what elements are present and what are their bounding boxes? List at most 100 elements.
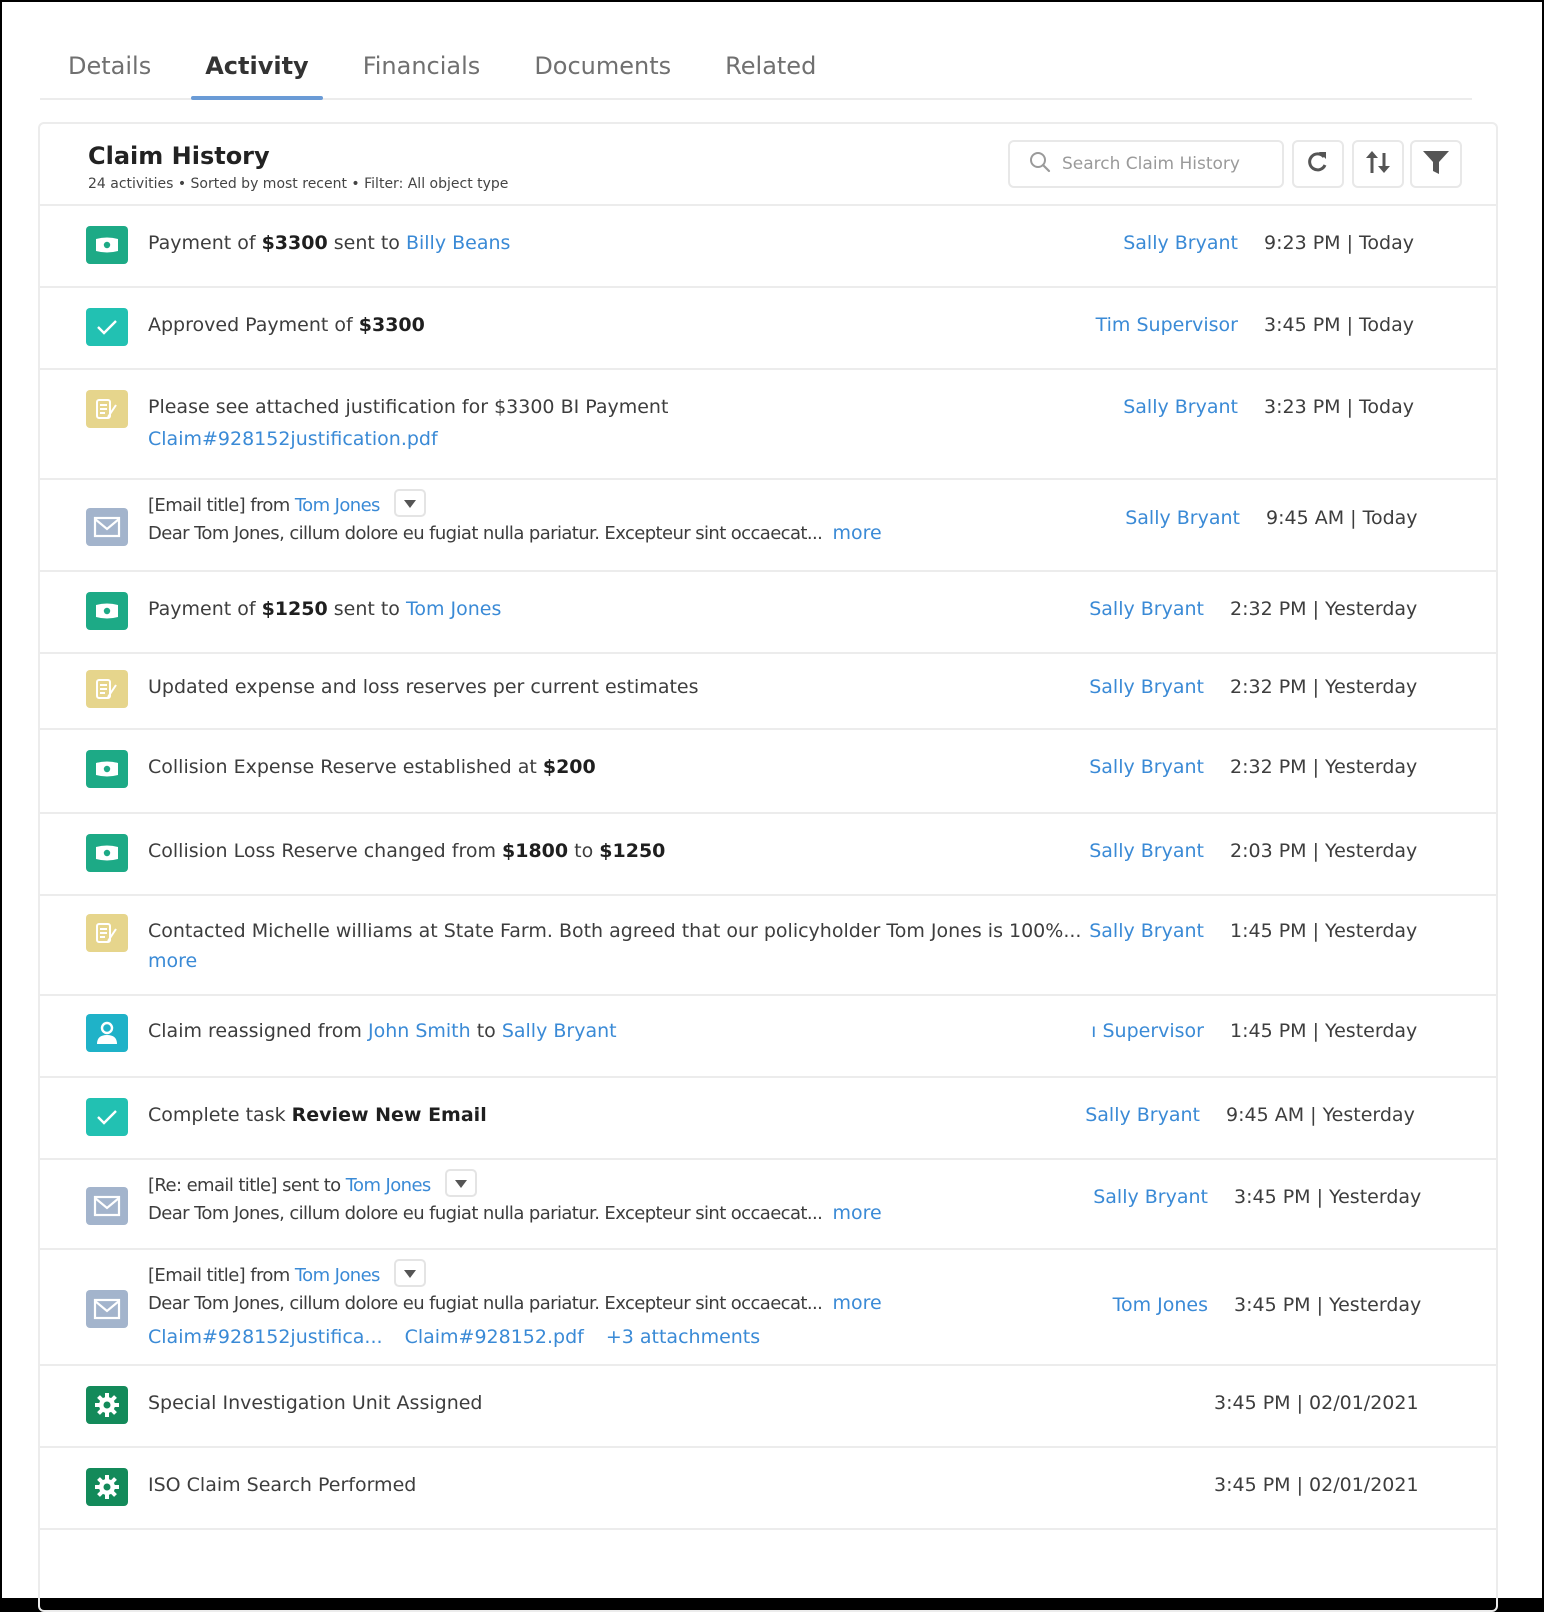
gear-icon: [86, 1468, 128, 1506]
activity-row: Special Investigation Unit Assigned 3:45 …: [40, 1366, 1496, 1448]
user-link[interactable]: Sally Bryant: [1089, 920, 1204, 942]
attachment-link[interactable]: Claim#928152justifica...: [148, 1326, 383, 1348]
note-icon: [86, 390, 128, 428]
activity-text-mid: to: [568, 840, 600, 862]
user-link[interactable]: Sally Bryant: [1085, 1104, 1200, 1126]
contact-link[interactable]: Tom Jones: [406, 598, 501, 620]
activity-text: Collision Loss Reserve changed from $180…: [148, 840, 665, 862]
search-input[interactable]: [1062, 154, 1262, 174]
activity-text-prefix: Payment of: [148, 598, 262, 620]
timestamp: 9:45 AM | Today: [1266, 507, 1418, 529]
activity-text-prefix: Approved Payment of: [148, 314, 359, 336]
note-icon: [86, 670, 128, 708]
email-actions-dropdown[interactable]: [393, 1259, 426, 1287]
activity-text-prefix: Payment of: [148, 232, 262, 254]
timestamp: 3:45 PM | 02/01/2021: [1214, 1392, 1419, 1414]
user-link[interactable]: Sally Bryant: [1123, 396, 1238, 418]
activity-text: Payment of $1250 sent to Tom Jones: [148, 598, 501, 620]
mail-icon: [86, 1290, 128, 1328]
refresh-icon: [1305, 149, 1331, 179]
card-header: Claim History 24 activities • Sorted by …: [40, 124, 1496, 206]
activity-text: Claim reassigned from John Smith to Sall…: [148, 1020, 617, 1042]
activity-text-prefix: [Re: email title] sent to: [148, 1175, 346, 1196]
refresh-button[interactable]: [1292, 140, 1344, 188]
activity-row: Claim reassigned from John Smith to Sall…: [40, 996, 1496, 1078]
attachment-link[interactable]: Claim#928152.pdf: [405, 1326, 584, 1348]
contact-link[interactable]: Tom Jones: [295, 1265, 381, 1286]
timestamp: 2:32 PM | Yesterday: [1230, 598, 1418, 620]
activity-row: [Re: email title] sent to Tom Jones Dear …: [40, 1160, 1496, 1250]
activity-text: Complete task Review New Email: [148, 1104, 487, 1126]
search-box[interactable]: [1008, 140, 1284, 188]
user-link[interactable]: Sally Bryant: [1093, 1186, 1208, 1208]
activity-text-prefix: [Email title] from: [148, 1265, 295, 1286]
activity-text-prefix: ISO Claim Search Performed: [148, 1474, 417, 1496]
activity-detail: Claim#928152justification.pdf: [148, 428, 438, 450]
gear-icon: [86, 1386, 128, 1424]
timestamp: 3:45 PM | Yesterday: [1234, 1186, 1422, 1208]
contact-link-2[interactable]: Sally Bryant: [502, 1020, 617, 1042]
tab-documents[interactable]: Documents: [534, 42, 671, 98]
activity-row: Payment of $1250 sent to Tom Jones Sally …: [40, 572, 1496, 654]
attachment-link[interactable]: Claim#928152justification.pdf: [148, 428, 438, 450]
activity-text-prefix: Claim reassigned from: [148, 1020, 368, 1042]
timestamp: 2:32 PM | Yesterday: [1230, 676, 1418, 698]
contact-link[interactable]: Billy Beans: [406, 232, 510, 254]
activity-row: Approved Payment of $3300 Tim Supervisor 3…: [40, 288, 1496, 370]
user-link[interactable]: Sally Bryant: [1089, 756, 1204, 778]
activity-amount: $1800: [502, 840, 569, 862]
timestamp: 3:23 PM | Today: [1264, 396, 1414, 418]
activity-detail: Dear Tom Jones, cillum dolore eu fugiat …: [148, 1292, 882, 1314]
tab-activity[interactable]: Activity: [191, 42, 323, 100]
more-link[interactable]: more: [832, 522, 881, 544]
activity-amount: Review New Email: [291, 1104, 487, 1126]
user-link[interactable]: ı Supervisor: [1091, 1020, 1204, 1042]
user-link[interactable]: Sally Bryant: [1089, 676, 1204, 698]
more-link[interactable]: more: [148, 950, 197, 972]
activity-text-mid: to: [470, 1020, 502, 1042]
activity-detail: more: [148, 950, 197, 972]
activity-text-mid: sent to: [327, 598, 406, 620]
activity-text: Payment of $3300 sent to Billy Beans: [148, 232, 510, 254]
contact-link[interactable]: John Smith: [368, 1020, 471, 1042]
more-link[interactable]: more: [832, 1292, 881, 1314]
activity-row: Payment of $3300 sent to Billy Beans Sall…: [40, 206, 1496, 288]
activity-text: [Re: email title] sent to Tom Jones: [148, 1169, 477, 1200]
check-icon: [86, 1098, 128, 1136]
check-icon: [86, 308, 128, 346]
user-link[interactable]: Sally Bryant: [1089, 598, 1204, 620]
activity-text-prefix: Special Investigation Unit Assigned: [148, 1392, 483, 1414]
contact-link[interactable]: Tom Jones: [346, 1175, 432, 1196]
user-link[interactable]: Sally Bryant: [1123, 232, 1238, 254]
activity-detail: Dear Tom Jones, cillum dolore eu fugiat …: [148, 1202, 882, 1224]
user-icon: [86, 1014, 128, 1052]
attachment-link[interactable]: +3 attachments: [606, 1326, 760, 1348]
activity-text-prefix: Please see attached justification for $3…: [148, 396, 669, 418]
activity-text: Approved Payment of $3300: [148, 314, 425, 336]
tab-details[interactable]: Details: [68, 42, 151, 98]
money-icon: [86, 834, 128, 872]
user-link[interactable]: Tom Jones: [1113, 1294, 1208, 1316]
email-actions-dropdown[interactable]: [393, 489, 426, 517]
activity-text: Special Investigation Unit Assigned: [148, 1392, 483, 1414]
contact-link[interactable]: Tom Jones: [295, 495, 381, 516]
user-link[interactable]: Sally Bryant: [1125, 507, 1240, 529]
filter-icon: [1421, 148, 1451, 180]
user-link[interactable]: Tim Supervisor: [1096, 314, 1238, 336]
activity-text-prefix: Collision Expense Reserve established at: [148, 756, 543, 778]
timestamp: 1:45 PM | Yesterday: [1230, 920, 1418, 942]
timestamp: 9:23 PM | Today: [1264, 232, 1414, 254]
activity-row: Please see attached justification for $3…: [40, 370, 1496, 480]
more-link[interactable]: more: [832, 1202, 881, 1224]
activity-text-prefix: Collision Loss Reserve changed from: [148, 840, 503, 862]
activity-text-mid: sent to: [327, 232, 406, 254]
activity-text: Collision Expense Reserve established at…: [148, 756, 596, 778]
activity-text: [Email title] from Tom Jones: [148, 489, 426, 520]
tab-financials[interactable]: Financials: [363, 42, 481, 98]
tab-related[interactable]: Related: [725, 42, 816, 98]
activity-text: ISO Claim Search Performed: [148, 1474, 416, 1496]
user-link[interactable]: Sally Bryant: [1089, 840, 1204, 862]
sort-button[interactable]: [1352, 140, 1404, 188]
filter-button[interactable]: [1410, 140, 1462, 188]
email-actions-dropdown[interactable]: [444, 1169, 477, 1197]
